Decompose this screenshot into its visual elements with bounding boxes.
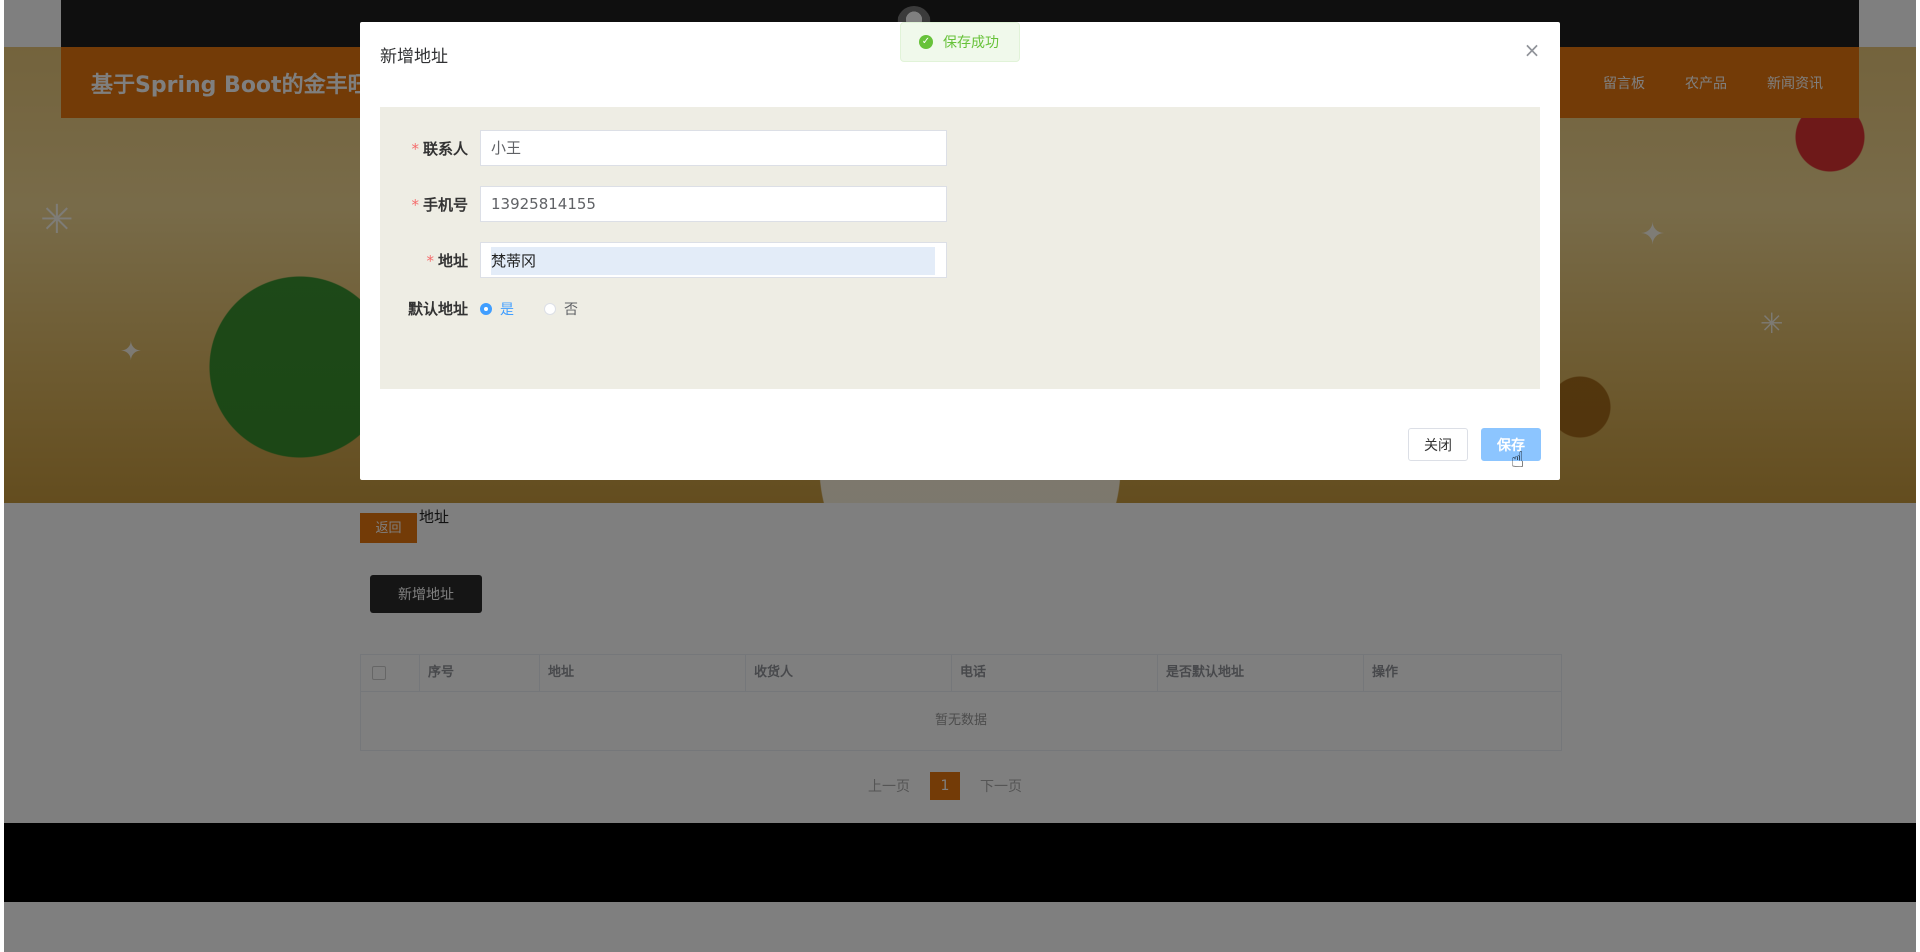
phone-label: * 手机号 — [411, 195, 468, 214]
radio-checked-icon — [480, 302, 492, 315]
add-address-dialog: 新增地址 × * 联系人 小王 * 手机号 13925814155 * 地址 梵蒂冈 … — [360, 22, 1560, 480]
default-row: 默认地址 是 否 — [380, 298, 608, 319]
default-yes-radio[interactable]: 是 — [480, 299, 514, 319]
hand-pointer-icon: ☝ — [1511, 448, 1525, 473]
address-label: * 地址 — [426, 251, 468, 270]
dialog-title: 新增地址 — [380, 47, 448, 67]
toast-message: 保存成功 — [943, 35, 999, 51]
frame-edge — [0, 0, 4, 952]
contact-label: * 联系人 — [411, 139, 468, 158]
close-icon[interactable]: × — [1522, 40, 1542, 60]
success-toast: ✓ 保存成功 — [900, 22, 1020, 62]
address-input[interactable]: 梵蒂冈 — [480, 242, 947, 278]
close-button[interactable]: 关闭 — [1408, 428, 1468, 461]
default-no-radio[interactable]: 否 — [544, 299, 578, 319]
phone-row: * 手机号 13925814155 — [380, 186, 947, 222]
check-circle-icon: ✓ — [919, 35, 933, 49]
address-selected-text: 梵蒂冈 — [491, 246, 935, 275]
default-label: 默认地址 — [407, 300, 468, 318]
contact-row: * 联系人 小王 — [380, 130, 947, 166]
radio-unchecked-icon — [544, 302, 556, 315]
frame-edge — [1916, 0, 1920, 952]
address-form: * 联系人 小王 * 手机号 13925814155 * 地址 梵蒂冈 默认地址 是 … — [380, 107, 1540, 389]
address-row: * 地址 梵蒂冈 — [380, 242, 947, 278]
phone-input[interactable]: 13925814155 — [480, 186, 947, 222]
contact-input[interactable]: 小王 — [480, 130, 947, 166]
